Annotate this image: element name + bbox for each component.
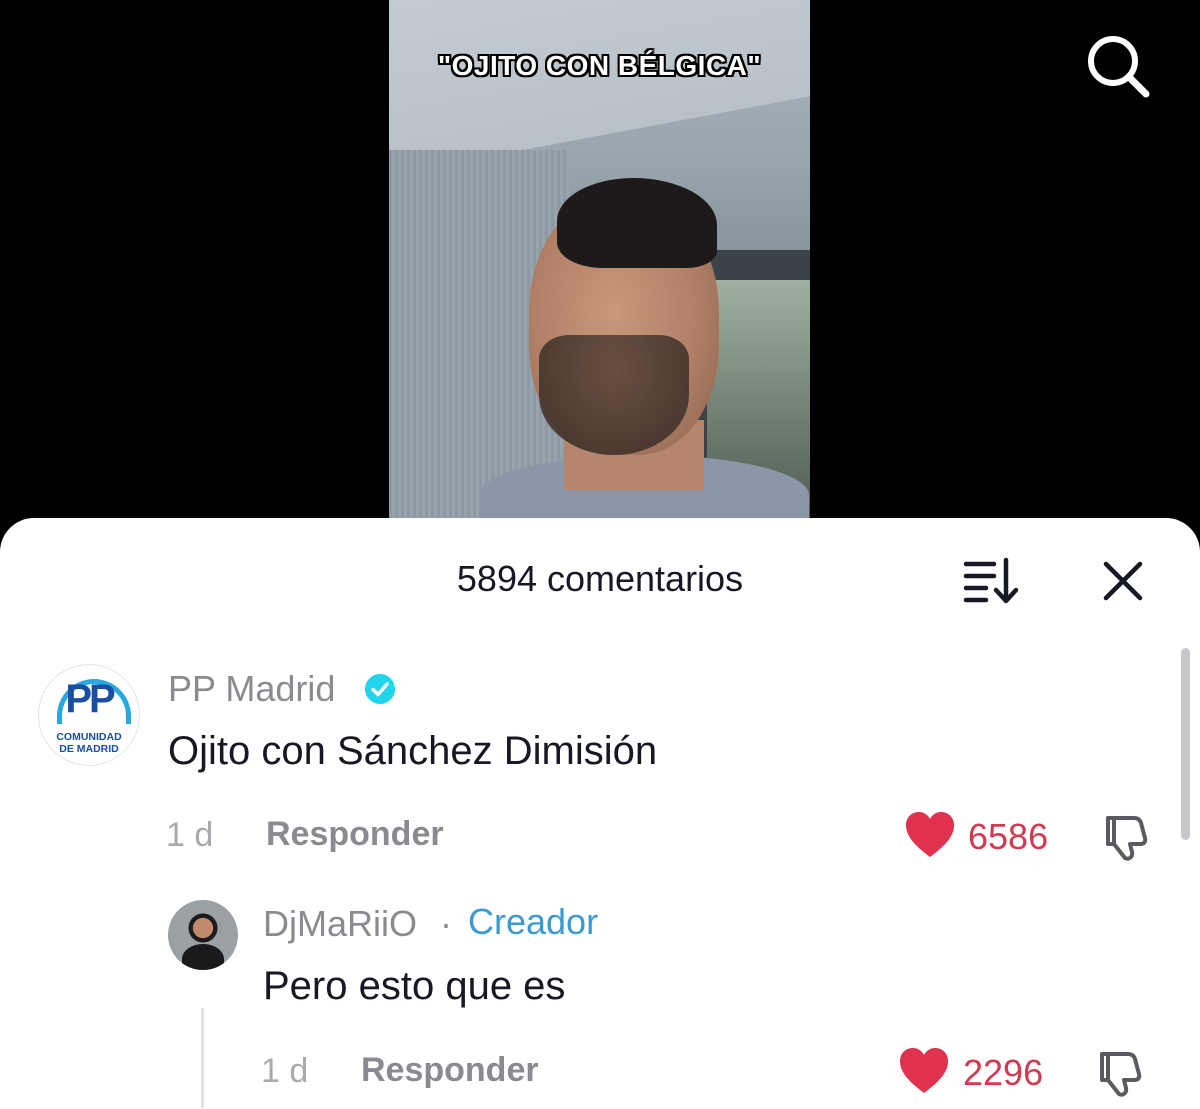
close-icon [1103,561,1143,601]
close-comments-button[interactable] [1098,556,1148,606]
reply-reply-button[interactable]: Responder [361,1051,539,1090]
heart-icon[interactable] [898,1047,950,1095]
comment-username[interactable]: PP Madrid [168,668,335,710]
comment-age: 1 d [166,816,214,854]
creator-badge: Creador [468,901,599,942]
comments-sheet: 5894 comentarios PP COMUNIDAD DE MADRID … [0,518,1200,1109]
dislike-icon[interactable] [1094,1048,1148,1098]
comment-like-count: 6586 [968,816,1049,857]
comment-reply-button[interactable]: Responder [266,815,444,854]
reply-thread-line [201,1008,204,1108]
reply-age: 1 d [261,1052,309,1090]
reply-separator: · [440,903,452,944]
reply-username[interactable]: DjMaRiiO [263,903,417,945]
search-icon [1088,36,1150,98]
pp-logo-subtitle-1: COMUNIDAD [56,731,122,743]
reply-like-count: 2296 [963,1052,1044,1093]
search-button[interactable] [1082,30,1154,102]
pp-logo-subtitle-2: DE MADRID [59,743,119,755]
sort-comments-button[interactable] [960,556,1024,606]
video-ceiling [389,0,810,175]
avatar-pp-madrid[interactable]: PP COMUNIDAD DE MADRID [38,664,140,766]
comments-scrollbar[interactable] [1181,648,1190,840]
video-person-beard [539,335,689,455]
video-person-hair [557,178,717,268]
sort-icon [963,557,1019,604]
reply-text: Pero esto que es [263,964,566,1008]
avatar-djmariio[interactable] [168,900,238,970]
comment-text: Ojito con Sánchez Dimisión [168,729,658,773]
verified-icon [365,674,395,704]
avatar-djmariio-body [182,944,224,970]
dislike-icon[interactable] [1100,812,1154,862]
pp-logo-text: PP [65,677,115,721]
video-player[interactable]: "OJITO CON BÉLGICA" [389,0,810,520]
heart-icon[interactable] [904,811,956,859]
video-caption: "OJITO CON BÉLGICA" [437,50,762,81]
